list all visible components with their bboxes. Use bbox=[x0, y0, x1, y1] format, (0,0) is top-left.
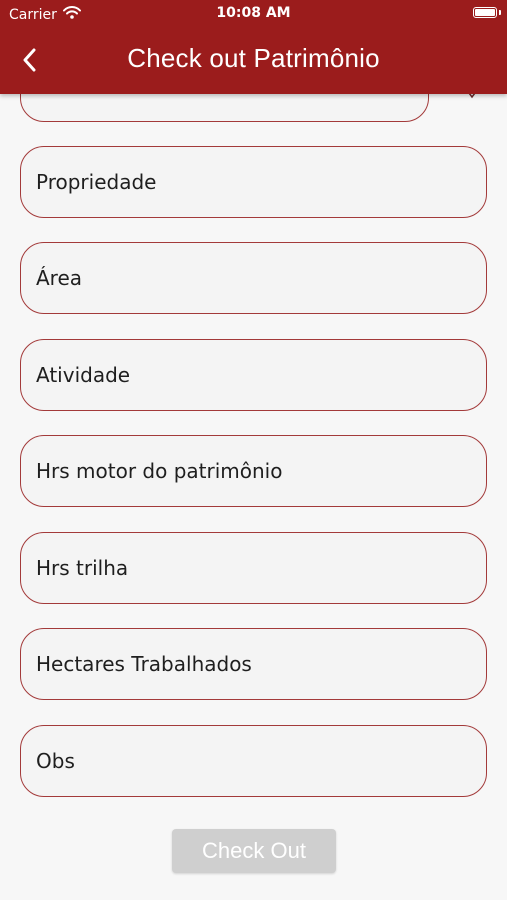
hrs-motor-field[interactable]: Hrs motor do patrimônio bbox=[20, 435, 487, 507]
form-scroll-area[interactable]: Propriedade Área Atividade Hrs motor do … bbox=[0, 94, 507, 900]
scroll-indicator bbox=[467, 94, 477, 99]
status-bar: Carrier 10:08 AM bbox=[0, 0, 507, 28]
propriedade-field[interactable]: Propriedade bbox=[20, 146, 487, 218]
page-title: Check out Patrimônio bbox=[127, 43, 380, 73]
obs-field[interactable]: Obs bbox=[20, 725, 487, 797]
battery-tip bbox=[499, 10, 501, 15]
checkout-button[interactable]: Check Out bbox=[172, 829, 336, 873]
battery-icon bbox=[473, 7, 497, 18]
status-time: 10:08 AM bbox=[216, 5, 291, 21]
app-header: Carrier 10:08 AM Check out Patrimônio bbox=[0, 0, 507, 94]
hrs-trilha-field[interactable]: Hrs trilha bbox=[20, 532, 487, 604]
area-field[interactable]: Área bbox=[20, 242, 487, 314]
atividade-field[interactable]: Atividade bbox=[20, 339, 487, 411]
partial-field[interactable] bbox=[20, 94, 429, 122]
hectares-field[interactable]: Hectares Trabalhados bbox=[20, 628, 487, 700]
